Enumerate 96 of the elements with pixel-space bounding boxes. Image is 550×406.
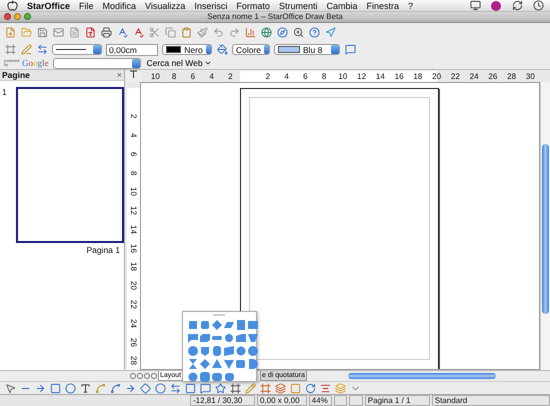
- zoom-window-button[interactable]: [24, 13, 31, 20]
- circle-icon[interactable]: [154, 382, 166, 394]
- minimize-window-button[interactable]: [14, 13, 21, 20]
- rounded-square-icon[interactable]: [224, 372, 234, 382]
- rounded-square-icon[interactable]: [200, 372, 210, 382]
- pdf-icon[interactable]: [84, 26, 96, 39]
- block-shape-icon[interactable]: [184, 382, 196, 394]
- save-icon[interactable]: [36, 26, 48, 39]
- vertical-ruler: 2 4 6 8 10 12 14 16 18 20 22 24 26 28: [127, 82, 140, 370]
- page-label: Pagina 1: [86, 245, 120, 256]
- search-field[interactable]: [52, 58, 141, 69]
- area-fill-icon[interactable]: [216, 44, 228, 56]
- area-color-dropdown[interactable]: Blu 8: [274, 44, 340, 56]
- apple-icon[interactable]: [6, 0, 18, 12]
- circle-icon[interactable]: [188, 346, 198, 356]
- arrow-icon[interactable]: [124, 382, 136, 394]
- format-brush-icon[interactable]: [196, 26, 208, 39]
- menu-item[interactable]: Formato: [236, 0, 270, 10]
- paste-icon[interactable]: [180, 26, 192, 39]
- ellipse-icon[interactable]: [64, 382, 76, 394]
- chart-icon[interactable]: [244, 26, 256, 39]
- last-tab-button[interactable]: [151, 373, 157, 380]
- mail-icon[interactable]: [52, 26, 64, 39]
- double-arrow-icon[interactable]: [169, 382, 181, 394]
- edit-file-icon[interactable]: [68, 26, 80, 39]
- help-icon[interactable]: [308, 26, 320, 39]
- redo-icon[interactable]: [228, 26, 240, 39]
- print-icon[interactable]: [100, 26, 112, 39]
- google-logo: Google: [22, 58, 49, 68]
- search-web-button[interactable]: Cerca nel Web: [144, 58, 214, 68]
- window-title: Senza nome 1 – StarOffice Draw Beta: [206, 12, 344, 22]
- vertical-scrollbar[interactable]: [540, 82, 550, 370]
- rounded-square-icon[interactable]: [200, 320, 210, 330]
- select-pointer-icon[interactable]: [4, 382, 16, 394]
- line-color-dropdown[interactable]: Nero: [162, 44, 212, 56]
- previous-tab-button[interactable]: [137, 373, 143, 380]
- navigator-icon[interactable]: [324, 26, 336, 39]
- line-width-field[interactable]: 0,00cm: [106, 44, 158, 56]
- ruler-origin-icon[interactable]: [129, 70, 138, 80]
- area-style-dropdown[interactable]: Colore: [232, 44, 270, 56]
- open-folder-icon[interactable]: [20, 26, 32, 39]
- triangle-icon[interactable]: [212, 359, 222, 369]
- close-window-button[interactable]: [4, 13, 11, 20]
- connector-icon[interactable]: [109, 382, 121, 394]
- menu-item[interactable]: Cambia: [326, 0, 358, 10]
- arrow-icon[interactable]: [34, 382, 46, 394]
- compass-icon[interactable]: [276, 26, 288, 39]
- menu-item[interactable]: ?: [408, 0, 413, 10]
- next-tab-button[interactable]: [144, 373, 150, 380]
- page-thumbnail[interactable]: [16, 87, 124, 244]
- new-file-icon[interactable]: [4, 26, 16, 39]
- rectangle-icon[interactable]: [49, 382, 61, 394]
- shield-icon[interactable]: [200, 346, 210, 356]
- capsule-icon[interactable]: [212, 333, 222, 343]
- sync-icon[interactable]: [511, 0, 523, 12]
- position-readout: -12,81 / 30,30: [190, 395, 255, 406]
- clock-icon[interactable]: [532, 0, 544, 12]
- horizontal-ruler: 10 8 6 4 2 2 4 6 8 10 12 14 16 18 20 22 24 26 28 30: [142, 70, 550, 82]
- diamond-icon[interactable]: [139, 382, 151, 394]
- menu-item[interactable]: File: [79, 0, 94, 10]
- menu-item[interactable]: Strumenti: [278, 0, 318, 10]
- square-icon[interactable]: [188, 320, 198, 330]
- display-icon[interactable]: [469, 0, 481, 12]
- size-readout: 0,00 x 0,00: [256, 395, 307, 406]
- undo-icon[interactable]: [212, 26, 224, 39]
- callout-icon[interactable]: [199, 382, 211, 394]
- menu-item[interactable]: Modifica: [102, 0, 136, 10]
- style-readout: Standard: [432, 395, 550, 406]
- copy-icon[interactable]: [164, 26, 176, 39]
- parallelogram-icon[interactable]: [224, 320, 234, 330]
- diamond-icon[interactable]: [212, 320, 222, 330]
- pen-icon[interactable]: [20, 44, 32, 56]
- page-number: 1: [1, 86, 6, 100]
- panel-title: Pagine: [2, 70, 30, 80]
- menu-item[interactable]: Inserisci: [194, 0, 228, 10]
- arrange-icon[interactable]: [334, 382, 346, 394]
- line-preview-icon: [56, 48, 86, 52]
- cut-icon[interactable]: [148, 26, 160, 39]
- menu-item[interactable]: Finestra: [366, 0, 399, 10]
- inverted-triangle-icon[interactable]: [224, 359, 234, 369]
- rotate-icon[interactable]: [304, 382, 316, 394]
- close-button[interactable]: ×: [116, 70, 122, 80]
- text-icon[interactable]: [79, 382, 91, 394]
- app-menu[interactable]: StarOffice: [27, 0, 70, 10]
- first-tab-button[interactable]: [130, 373, 136, 380]
- zoom-icon[interactable]: [292, 26, 304, 39]
- flag-icon[interactable]: [188, 333, 198, 343]
- trapezoid-icon[interactable]: [248, 333, 258, 343]
- arrow-style-icon[interactable]: [36, 44, 48, 56]
- menu-item[interactable]: Visualizza: [145, 0, 186, 10]
- star-icon[interactable]: [214, 382, 226, 394]
- shadow-icon[interactable]: [344, 44, 356, 56]
- zoom-readout[interactable]: 44%: [308, 395, 332, 406]
- line-style-dropdown[interactable]: [52, 44, 102, 56]
- user-badge-icon[interactable]: [490, 0, 502, 12]
- page-readout: Pagina 1 / 1: [364, 395, 430, 406]
